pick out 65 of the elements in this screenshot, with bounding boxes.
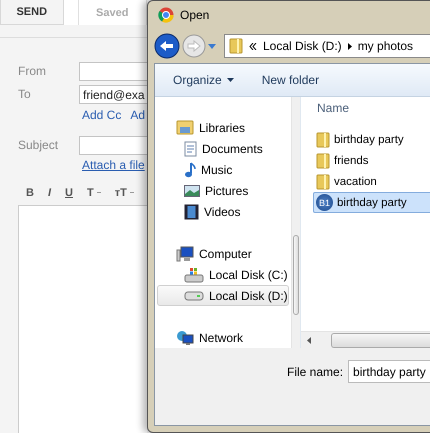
file-name-field[interactable]: birthday party (348, 360, 430, 383)
library-folder-icon (176, 120, 194, 135)
input-field[interactable]: friend@exa (79, 84, 147, 104)
folder-icon (316, 152, 330, 168)
saved-status: Saved (78, 0, 147, 25)
input-field[interactable] (79, 136, 147, 154)
file-type-badge: B1 (316, 194, 333, 211)
dropdown-dash-icon (96, 192, 101, 194)
window-title: Open (180, 8, 210, 22)
field-label: To (18, 87, 32, 101)
dropdown-arrow-icon (226, 78, 234, 82)
send-button[interactable]: SEND (0, 0, 64, 25)
nav-item[interactable]: Computer (157, 243, 289, 264)
nav-item[interactable]: Libraries (157, 117, 289, 138)
scrollbar-thumb[interactable] (292, 235, 299, 315)
folder-icon (316, 132, 330, 148)
app-icon (158, 7, 174, 23)
field-label: From (18, 64, 47, 78)
music-note-icon (184, 162, 196, 178)
vertical-scrollbar[interactable] (290, 97, 300, 348)
format-button[interactable]: U (65, 187, 73, 199)
file-name-label: File name: (287, 365, 344, 379)
file-row[interactable]: B1 birthday party (313, 192, 430, 213)
toolbar-button[interactable]: Organize (173, 73, 234, 87)
field-label: Subject (18, 138, 60, 152)
add-recipient-link[interactable]: Ad (130, 108, 146, 122)
format-button[interactable]: I (48, 187, 52, 199)
file-row[interactable]: vacation (313, 171, 430, 192)
message-body[interactable] (18, 205, 147, 433)
horizontal-scrollbar[interactable] (301, 331, 430, 348)
nav-item[interactable]: Local Disk (D:) (157, 285, 289, 306)
address-bar[interactable]: Local Disk (D:) my photos (224, 34, 430, 58)
drive-icon (184, 266, 204, 282)
back-button[interactable] (154, 33, 180, 59)
computer-icon (176, 246, 194, 262)
film-strip-icon (184, 204, 199, 220)
breadcrumb-item[interactable]: my photos (358, 39, 414, 53)
folder-icon (316, 174, 330, 190)
format-button[interactable]: B (26, 187, 34, 199)
network-icon (176, 330, 194, 346)
breadcrumb-arrow-icon (348, 42, 352, 50)
column-header[interactable]: Name (317, 101, 350, 115)
file-row[interactable]: friends (313, 150, 430, 171)
folder-icon (229, 38, 243, 54)
input-field[interactable] (79, 62, 147, 80)
nav-item[interactable]: Pictures (157, 180, 289, 201)
picture-icon (184, 184, 200, 198)
nav-item[interactable]: Music (157, 159, 289, 180)
format-button[interactable]: T (86, 187, 101, 199)
nav-item[interactable]: Documents (157, 138, 289, 159)
breadcrumb-item[interactable]: Local Disk (D:) (263, 39, 342, 53)
nav-item[interactable]: Local Disk (C:) (157, 264, 289, 285)
nav-item[interactable]: Network (157, 327, 289, 348)
drive-icon (184, 290, 204, 300)
nav-item[interactable]: Videos (157, 201, 289, 222)
dropdown-arrow-icon[interactable] (208, 44, 216, 48)
attach-file-link[interactable]: Attach a file (18, 158, 147, 172)
document-icon (184, 140, 197, 156)
dropdown-dash-icon (130, 192, 134, 194)
overflow-chevron-icon (249, 42, 257, 50)
scroll-left-arrow-icon[interactable] (307, 336, 311, 344)
format-button[interactable]: ᴛT (114, 187, 134, 199)
file-row[interactable]: birthday party (313, 129, 430, 150)
toolbar-button[interactable]: New folder (262, 73, 320, 87)
add-recipient-link[interactable]: Add Cc (82, 108, 122, 122)
